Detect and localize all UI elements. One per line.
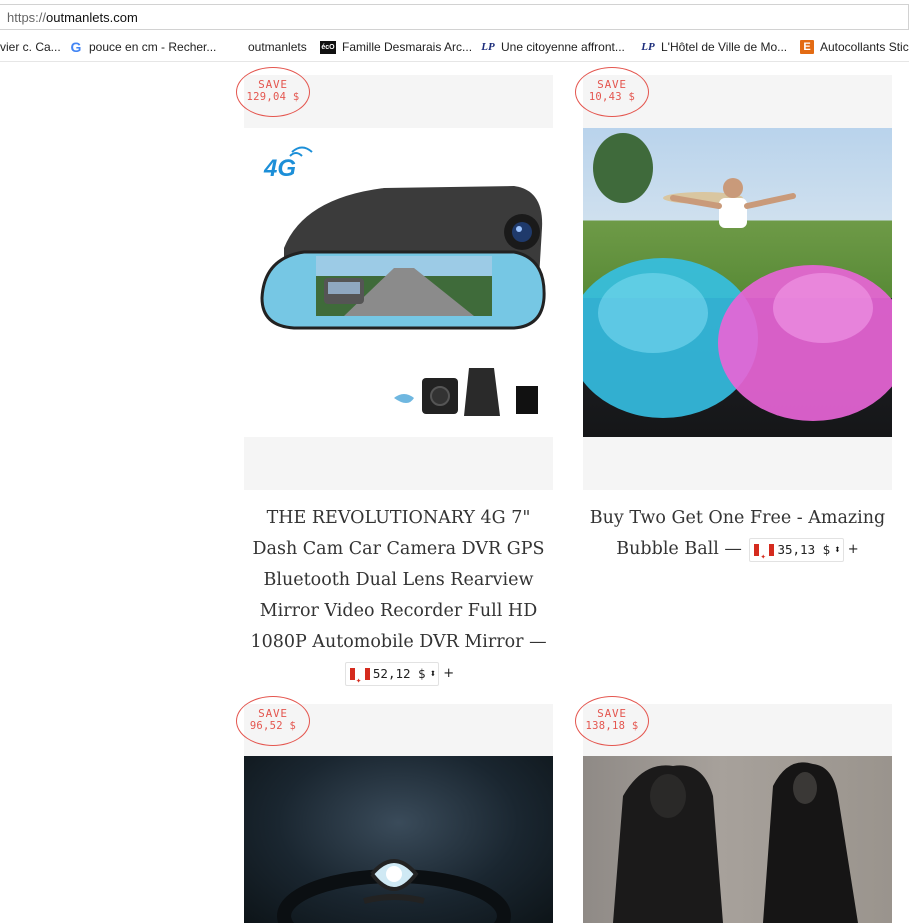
- save-badge: SAVE 129,04 $: [236, 67, 310, 117]
- save-badge-amount: 138,18 $: [585, 720, 639, 732]
- etsy-icon: E: [800, 40, 814, 54]
- save-badge-amount: 129,04 $: [246, 91, 300, 103]
- product-title[interactable]: THE REVOLUTIONARY 4G 7" Dash Cam Car Cam…: [244, 503, 553, 697]
- save-badge-label: SAVE: [258, 707, 288, 720]
- product-card[interactable]: SAVE 10,43 $ Buy Two Get One Free - Amaz…: [575, 67, 892, 675]
- save-badge: SAVE 96,52 $: [236, 696, 310, 746]
- product-price: 35,13 $: [777, 542, 831, 557]
- product-card[interactable]: SAVE 138,18 $: [575, 696, 892, 923]
- product-card[interactable]: SAVE 96,52 $: [236, 696, 553, 923]
- price-separator: —: [529, 632, 547, 652]
- save-badge-amount: 96,52 $: [249, 720, 297, 732]
- product-card[interactable]: 4G SAVE 129,04 $ THE REVOLUTIONARY 4G 7"…: [236, 67, 553, 697]
- currency-price-selector[interactable]: 52,12 $ ⬍: [344, 661, 440, 697]
- product-title[interactable]: Buy Two Get One Free - Amazing Bubble Ba…: [583, 503, 892, 573]
- canada-flag-icon: [754, 542, 775, 573]
- sort-arrows-icon: ⬍: [429, 667, 437, 680]
- dashcam-illustration: 4G: [260, 146, 546, 416]
- bookmark-label: vier c. Ca...: [0, 40, 61, 54]
- bookmark-label: Famille Desmarais Arc...: [342, 40, 473, 54]
- plus-icon[interactable]: +: [848, 542, 859, 557]
- save-badge: SAVE 138,18 $: [575, 696, 649, 746]
- product-image[interactable]: [583, 128, 892, 437]
- bookmark-item[interactable]: LP Une citoyenne affront...: [481, 40, 625, 54]
- bubble-illustration: [583, 133, 892, 421]
- url-host: outmanlets.com: [46, 10, 138, 25]
- hoodie-illustration: [613, 762, 858, 923]
- address-bar: https://outmanlets.com: [0, 0, 909, 35]
- url-input[interactable]: https://outmanlets.com: [0, 4, 909, 30]
- bookmark-item[interactable]: vier c. Ca...: [0, 40, 61, 54]
- save-badge-amount: 10,43 $: [588, 91, 636, 103]
- save-badge-label: SAVE: [258, 78, 288, 91]
- bookmark-label: pouce en cm - Recher...: [89, 40, 217, 54]
- bookmark-label: Une citoyenne affront...: [501, 40, 625, 54]
- ring-illustration: [277, 859, 511, 923]
- product-title-text: THE REVOLUTIONARY 4G 7" Dash Cam Car Cam…: [250, 508, 545, 652]
- bookmark-item[interactable]: E Autocollants Stic: [800, 40, 909, 54]
- bookmark-item[interactable]: G pouce en cm - Recher...: [69, 39, 217, 55]
- canada-flag-icon: [349, 666, 370, 697]
- currency-price-selector[interactable]: 35,13 $ ⬍: [749, 537, 844, 573]
- save-badge-label: SAVE: [597, 78, 627, 91]
- plus-icon[interactable]: +: [443, 666, 454, 681]
- save-badge: SAVE 10,43 $: [575, 67, 649, 117]
- lp-icon: LP: [481, 41, 495, 53]
- bookmark-label: L'Hôtel de Ville de Mo...: [661, 40, 788, 54]
- url-scheme: https://: [7, 10, 47, 25]
- bookmark-item[interactable]: LP L'Hôtel de Ville de Mo...: [641, 40, 787, 54]
- google-icon: G: [70, 39, 82, 55]
- price-separator: —: [724, 539, 742, 559]
- product-image[interactable]: [583, 756, 892, 923]
- sort-arrows-icon: ⬍: [834, 543, 841, 556]
- bookmark-item[interactable]: outmanlets: [248, 40, 307, 54]
- bookmark-label: outmanlets: [248, 40, 307, 54]
- product-price: 52,12 $: [372, 666, 426, 681]
- product-image[interactable]: 4G: [244, 128, 553, 437]
- product-image[interactable]: [244, 756, 553, 923]
- 4g-logo-text: 4G: [263, 155, 296, 182]
- eco-icon: écO: [320, 40, 336, 54]
- bookmark-label: Autocollants Stic: [820, 40, 909, 54]
- bookmark-item[interactable]: écO Famille Desmarais Arc...: [320, 40, 472, 54]
- url-text: https://outmanlets.com: [7, 10, 138, 25]
- save-badge-label: SAVE: [597, 707, 627, 720]
- lp-icon: LP: [641, 41, 655, 53]
- bookmarks-bar: vier c. Ca... G pouce en cm - Recher... …: [0, 34, 909, 62]
